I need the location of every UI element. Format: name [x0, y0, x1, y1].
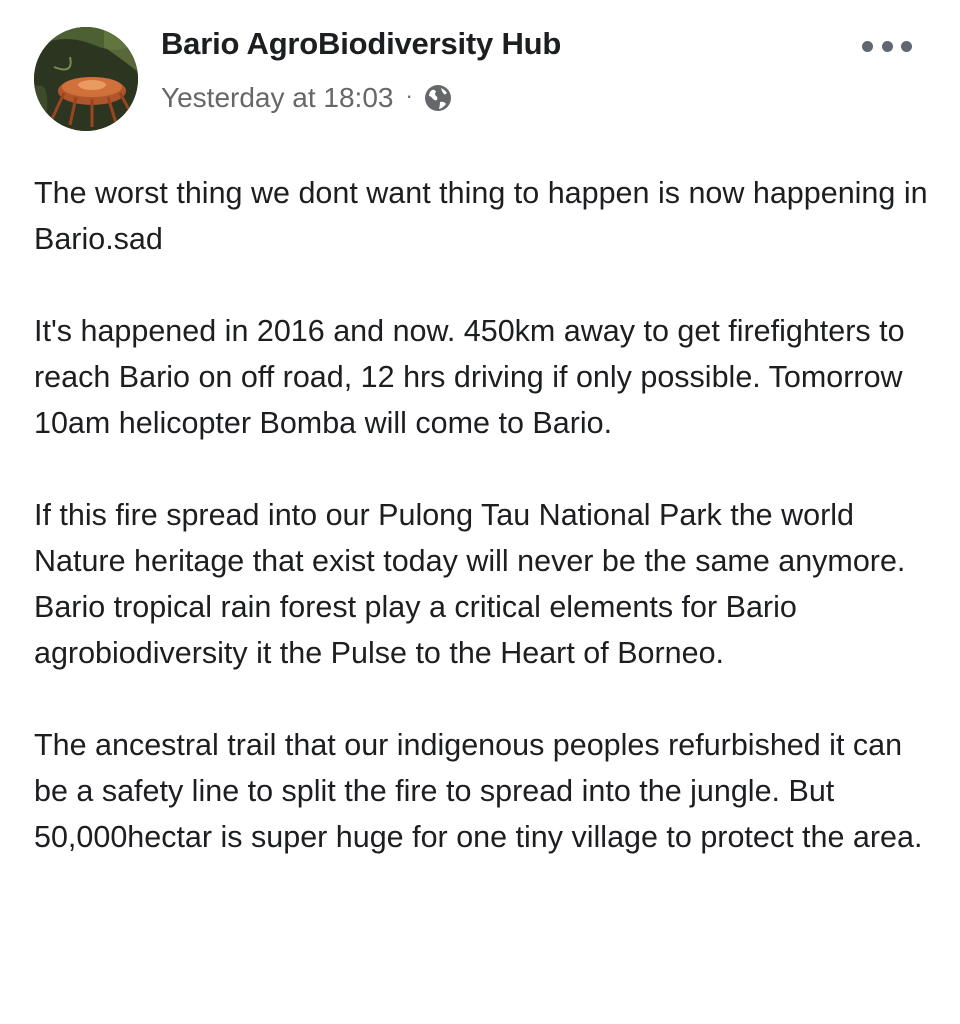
meta-separator: ·: [405, 83, 413, 108]
more-options-button[interactable]: [862, 32, 912, 60]
post-paragraph: The ancestral trail that our indigenous …: [34, 728, 923, 854]
post-meta: Yesterday at 18:03 ·: [161, 80, 453, 116]
post-paragraph: The worst thing we dont want thing to ha…: [34, 176, 928, 256]
page-name[interactable]: Bario AgroBiodiversity Hub: [161, 26, 561, 62]
more-options-dot: [862, 40, 873, 52]
post-paragraph: If this fire spread into our Pulong Tau …: [34, 498, 906, 670]
page-avatar[interactable]: [34, 27, 138, 131]
post-body: The worst thing we dont want thing to ha…: [34, 170, 934, 906]
post-paragraph: It's happened in 2016 and now. 450km awa…: [34, 314, 905, 440]
globe-icon[interactable]: [423, 83, 453, 113]
post-header: Bario AgroBiodiversity Hub Yesterday at …: [0, 0, 960, 150]
post-timestamp[interactable]: Yesterday at 18:03: [161, 82, 393, 114]
more-options-dot: [901, 40, 912, 52]
mushroom-avatar-image: [34, 27, 138, 131]
more-options-dot: [881, 40, 893, 52]
